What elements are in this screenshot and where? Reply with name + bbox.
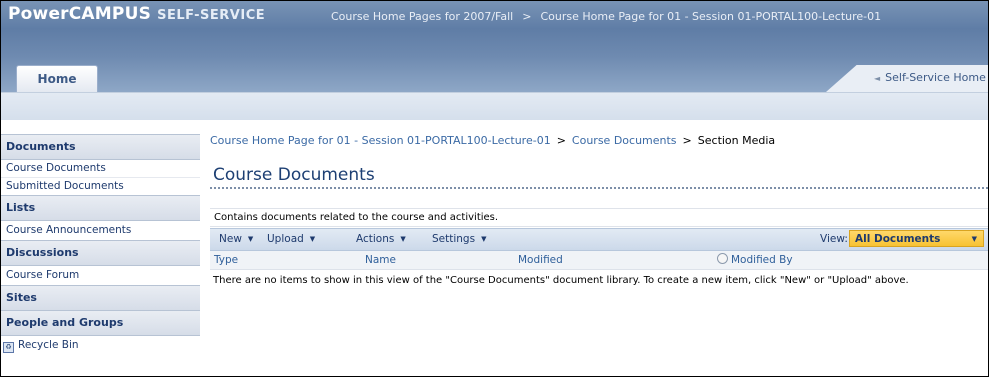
- column-header-name[interactable]: Name: [365, 251, 396, 269]
- sidebar-heading-discussions[interactable]: Discussions: [1, 240, 200, 266]
- chevron-down-icon: ▼: [400, 235, 406, 243]
- modified-by-label: Modified By: [731, 254, 793, 266]
- quick-launch-sidebar: Documents Course Documents Submitted Doc…: [1, 134, 200, 355]
- brand-small: SELF-SERVICE: [157, 8, 266, 23]
- toolbar-strip: [1, 92, 988, 120]
- upload-menu-label: Upload: [267, 233, 304, 245]
- sidebar-item-submitted-documents[interactable]: Submitted Documents: [1, 178, 200, 195]
- sidebar-heading-sites[interactable]: Sites: [1, 285, 200, 311]
- empty-list-message: There are no items to show in this view …: [213, 275, 909, 286]
- chevron-down-icon: ▼: [971, 235, 977, 243]
- breadcrumb-separator: >: [556, 134, 566, 147]
- breadcrumb-separator: >: [682, 134, 692, 147]
- self-service-home-label: Self-Service Home: [885, 71, 986, 84]
- breadcrumb-current: Section Media: [697, 134, 776, 147]
- column-header-type[interactable]: Type: [214, 251, 238, 269]
- radio-icon: [717, 253, 728, 264]
- global-breadcrumb-link-2[interactable]: Course Home Page for 01 - Session 01-POR…: [540, 10, 881, 23]
- sidebar-item-recycle-bin[interactable]: ♻ Recycle Bin: [1, 336, 200, 355]
- library-description: Contains documents related to the course…: [210, 208, 988, 227]
- breadcrumb-link-course-home[interactable]: Course Home Page for 01 - Session 01-POR…: [210, 134, 551, 147]
- tab-self-service-home[interactable]: ◄ Self-Service Home: [826, 65, 988, 92]
- tab-home[interactable]: Home: [16, 65, 98, 92]
- view-selector[interactable]: All Documents ▼: [849, 230, 984, 247]
- actions-menu-button[interactable]: Actions ▼: [356, 229, 406, 250]
- sidebar-item-course-announcements[interactable]: Course Announcements: [1, 221, 200, 240]
- column-header-row: Type Name Modified Modified By: [210, 251, 988, 270]
- page-title: Course Documents: [213, 165, 375, 185]
- new-menu-label: New: [219, 233, 242, 245]
- global-breadcrumb: Course Home Pages for 2007/Fall > Course H…: [331, 10, 881, 23]
- sidebar-heading-lists[interactable]: Lists: [1, 195, 200, 221]
- chevron-down-icon: ▼: [481, 235, 487, 243]
- column-header-modified[interactable]: Modified: [518, 251, 563, 269]
- site-header: PowerCAMPUS SELF-SERVICE Course Home Pag…: [1, 1, 988, 93]
- global-breadcrumb-separator: >: [522, 10, 532, 23]
- title-divider: [210, 187, 988, 189]
- new-menu-button[interactable]: New ▼: [219, 229, 253, 250]
- actions-menu-label: Actions: [356, 233, 395, 245]
- sidebar-heading-people-and-groups[interactable]: People and Groups: [1, 311, 200, 336]
- view-selected-value: All Documents: [855, 233, 941, 245]
- site-logo[interactable]: PowerCAMPUS SELF-SERVICE: [8, 4, 265, 24]
- sidebar-item-course-forum[interactable]: Course Forum: [1, 266, 200, 285]
- view-label: View:: [820, 233, 848, 245]
- breadcrumb-link-course-documents[interactable]: Course Documents: [572, 134, 677, 147]
- page-frame: PowerCAMPUS SELF-SERVICE Course Home Pag…: [0, 0, 989, 377]
- breadcrumb: Course Home Page for 01 - Session 01-POR…: [210, 134, 775, 147]
- column-header-modified-by[interactable]: Modified By: [717, 251, 793, 269]
- chevron-down-icon: ▼: [247, 235, 254, 243]
- settings-menu-label: Settings: [432, 233, 476, 245]
- recycle-bin-icon: ♻: [3, 342, 14, 353]
- settings-menu-button[interactable]: Settings ▼: [432, 229, 486, 250]
- left-triangle-icon: ◄: [874, 74, 881, 83]
- brand-main: PowerCAMPUS: [8, 4, 152, 24]
- recycle-bin-label: Recycle Bin: [18, 339, 79, 351]
- sidebar-item-course-documents[interactable]: Course Documents: [1, 160, 200, 178]
- list-toolbar: New ▼ Upload ▼ Actions ▼ Settings ▼ View: Al…: [210, 228, 988, 251]
- upload-menu-button[interactable]: Upload ▼: [267, 229, 315, 250]
- sidebar-heading-documents[interactable]: Documents: [1, 134, 200, 160]
- chevron-down-icon: ▼: [309, 235, 316, 243]
- global-breadcrumb-link-1[interactable]: Course Home Pages for 2007/Fall: [331, 10, 513, 23]
